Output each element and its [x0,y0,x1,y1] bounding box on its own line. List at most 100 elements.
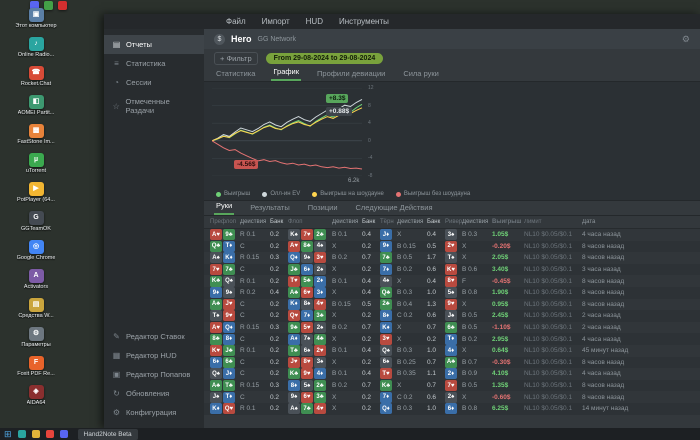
card-Kd: K♦ [223,252,235,264]
hand-row-2[interactable]: A♠ K♦ R 0.15 0.3 Q♦ 9♠ 3♥ B 0.2 0.7 7♣ B 0.5 1.7 T♠ X… [204,252,700,264]
desktop-icon-label: AOMEI Partit... [17,110,55,116]
card-2c: 2♣ [314,229,326,241]
hand-row-9[interactable]: 8♣ 8♦ C 0.2 A♦ 7♠ 4♣ X 0.2 3♥ X 0.2 T♦ B 0.2 2.95$ NL10… [204,333,700,345]
discord-icon[interactable] [59,430,68,438]
desktop-icon-label: FastStone Im... [17,139,55,145]
settings-icon[interactable]: ⚙ [682,34,690,45]
hand-row-0[interactable]: A♥ 9♣ R 0.1 0.2 K♠ 7♥ 2♣ B 0.1 0.4 J♦ X 0.4 3♠ B 0.3 1… [204,229,700,241]
hand-row-1[interactable]: Q♣ T♦ C 0.2 A♥ 8♣ 4♠ X 0.2 9♦ B 0.15 0.5 2♥ X -0.20$ NL… [204,240,700,253]
app-icon: ⚙ [28,327,44,341]
hands-tab-Позиции[interactable]: Позиции [306,201,340,215]
desktop-icon-6[interactable]: ▶ PotPlayer (64... [4,182,68,203]
start-button[interactable]: ⊞ [4,428,12,440]
hand-row-4[interactable]: K♣ Q♠ R 0.1 0.2 T♥ 5♣ 2♦ B 0.1 0.4 4♠ X 0.4 8♥ F -0.45… [204,275,700,287]
pot-flop: 0.2 [362,266,372,274]
y-tick-label: 0 [368,137,371,144]
card-6h: 6♥ [301,391,313,403]
desktop-icon-1[interactable]: ♪ Online Radio... [4,37,68,58]
sidebar-item-Сессии[interactable]: ◔ Сессии [104,73,204,92]
hand-row-13[interactable]: A♣ T♣ R 0.15 0.3 8♦ 5♠ 2♣ B 0.2 0.7 K♣ X 0.7 7♥ B 0.5… [204,379,700,392]
turn-actions: B 0.15 [397,242,416,250]
menu-Файл[interactable]: Файл [226,17,246,26]
hand-row-3[interactable]: 7♥ 7♣ C 0.2 J♣ 6♦ 2♠ X 0.2 7♦ B 0.2 0.6 K♥ B 0.6 3.40$… [204,263,700,276]
flop-cards: K♣ 9♥ 4♦ [288,368,332,380]
desktop-icon-13[interactable]: ◈ AIDA64 [4,385,68,406]
desktop-icon-12[interactable]: F Foxit PDF Re... [4,356,68,377]
hands-tab-Руки[interactable]: Руки [214,199,235,215]
sidebar-item-Редактор HUD[interactable]: ▦ Редактор HUD [104,346,204,365]
taskbar-app-hand2note[interactable]: Hand2Note Beta [77,428,138,440]
turn-card: 7♣ [380,252,397,264]
explorer-icon[interactable] [31,430,40,438]
sidebar-item-Редактор Попапов[interactable]: ▣ Редактор Попапов [104,365,204,384]
menu-Импорт[interactable]: Импорт [262,17,290,26]
desktop-icon-10[interactable]: ▤ Средства W... [4,298,68,319]
desktop-icon-9[interactable]: A Activators [4,269,68,290]
sidebar-item-Конфигурация[interactable]: ⚙ Конфигурация [104,403,204,422]
desktop-icon-4[interactable]: ▩ FastStone Im... [4,124,68,145]
column-header: Действия [240,219,267,225]
desktop-icon-11[interactable]: ⚙ Параметры [4,327,68,348]
sidebar-item-Отчеты[interactable]: ▤ Отчеты [104,35,204,54]
hand-row-15[interactable]: K♦ Q♥ R 0.1 0.2 A♠ 7♣ 4♥ X 0.2 Q♦ B 0.3 1.0 6♦ B 0.8 6… [204,402,700,415]
card-9h: 9♥ [301,368,313,380]
win-amount: -0.20$ [492,242,511,250]
sidebar-item-label: Редактор HUD [126,351,177,360]
desktop-icon-3[interactable]: ◧ AOMEI Partit... [4,95,68,116]
menubar: Файл Импорт HUD Инструменты [104,14,700,29]
stake-label: NL10 $0.05/$0.1 [524,266,573,274]
chart-badge-pos: +8.3$ [326,94,349,103]
river-card: 7♥ [445,380,462,392]
legend-item-Олл-ин EV[interactable]: Олл-ин EV [262,191,300,197]
hand-row-12[interactable]: Q♠ J♦ C 0.2 K♣ 9♥ 4♦ B 0.1 0.4 T♥ B 0.35 1.1 2♦ B 0.9… [204,368,700,380]
desktop-icon-0[interactable]: ▣ Этот компьютер [4,8,68,29]
app-icon: ☎ [28,66,44,80]
desktop-icon-7[interactable]: G GGTeamOK [4,211,68,232]
legend-item-Выигрыш на шоудауне[interactable]: Выигрыш на шоудауне [312,191,384,197]
sidebar-item-Статистика[interactable]: ≡ Статистика [104,54,204,73]
hand-row-14[interactable]: J♠ T♦ C 0.2 9♠ 6♥ 3♣ X 0.2 7♦ C 0.2 0.6 2♠ X -0.60$ NL1… [204,391,700,403]
tab-Сила руки[interactable]: Сила руки [401,67,441,81]
flop-cards: 8♦ 5♠ 2♣ [288,380,332,392]
search-icon[interactable] [17,430,26,438]
card-7s: 7♠ [301,333,313,345]
tab-Статистика[interactable]: Статистика [214,67,257,81]
legend-item-Выигрыш[interactable]: Выигрыш [216,191,250,197]
sidebar-item-Отмеченные Раздачи[interactable]: ☆ Отмеченные Раздачи [104,92,204,120]
sidebar-item-Обновления[interactable]: ↻ Обновления [104,384,204,403]
hands-tab-Следующие Действия[interactable]: Следующие Действия [354,201,435,215]
hand-row-8[interactable]: A♥ Q♦ R 0.15 0.3 9♣ 5♥ 2♠ B 0.2 0.7 K♦ X 0.7 6♣ B 0.5… [204,321,700,334]
card-9h: 9♥ [223,310,235,322]
column-header: Действия [397,219,424,225]
tab-График[interactable]: График [271,65,302,81]
turn-card: 3♥ [380,333,397,345]
river-actions: B 0.9 [462,370,478,378]
date-range-filter[interactable]: From 29-08-2024 to 29-08-2024 [265,52,384,64]
hands-tab-Результаты[interactable]: Результаты [248,201,292,215]
legend-item-Выигрыш без шоудауна[interactable]: Выигрыш без шоудауна [395,191,470,197]
desktop-icon-5[interactable]: µ uTorrent [4,153,68,174]
hand-row-6[interactable]: A♣ J♥ C 0.2 K♦ 8♠ 4♥ B 0.15 0.5 2♣ B 0.4 1.3 9♥ X 0.95… [204,298,700,311]
pot-preflop: 0.2 [270,347,280,355]
preflop-actions: C [240,300,245,308]
add-filter-button[interactable]: + Фильтр [214,51,258,65]
pot-flop: 0.4 [362,370,372,378]
hand-date: 4 часа назад [582,231,621,239]
hand-row-7[interactable]: T♠ 9♥ C 0.2 Q♥ 7♦ 3♣ X 0.2 8♦ C 0.2 0.6 J♠ B 0.5 2.45$… [204,310,700,322]
legend-dot [395,191,401,197]
pot-flop: 0.7 [362,324,372,332]
chrome-icon[interactable] [45,430,54,438]
menu-Инструменты[interactable]: Инструменты [339,17,389,26]
desktop-icon-8[interactable]: ◎ Google Chrome [4,240,68,261]
sidebar-item-Редактор Ставок[interactable]: ✎ Редактор Ставок [104,327,204,346]
hole-cards: A♣ J♥ [210,298,240,310]
menu-HUD[interactable]: HUD [306,17,323,26]
pot-turn: 0.6 [427,266,437,274]
river-card: 2♠ [445,391,462,403]
desktop-icon-2[interactable]: ☎ Rocket.Chat [4,66,68,87]
tab-Профили девиации[interactable]: Профили девиации [315,67,387,81]
hand-row-5[interactable]: 9♦ 9♠ R 0.2 0.4 A♣ 6♥ 3♦ X 0.4 Q♣ B 0.3 1.0 5♠ B 0.8 1… [204,286,700,299]
hand2note-window: Файл Импорт HUD Инструменты ▤ Отчеты ≡ Статист… [104,14,700,428]
hand-row-10[interactable]: K♥ J♣ R 0.1 0.2 T♣ 6♠ 2♥ B 0.1 0.4 Q♠ B 0.3 1.0 4♦ X 0… [204,344,700,357]
hand-row-11[interactable]: 6♦ 6♣ C 0.2 J♥ 8♥ 3♠ X 0.2 6♠ B 0.25 0.7 A♣ B 0.7 -0.3… [204,356,700,369]
